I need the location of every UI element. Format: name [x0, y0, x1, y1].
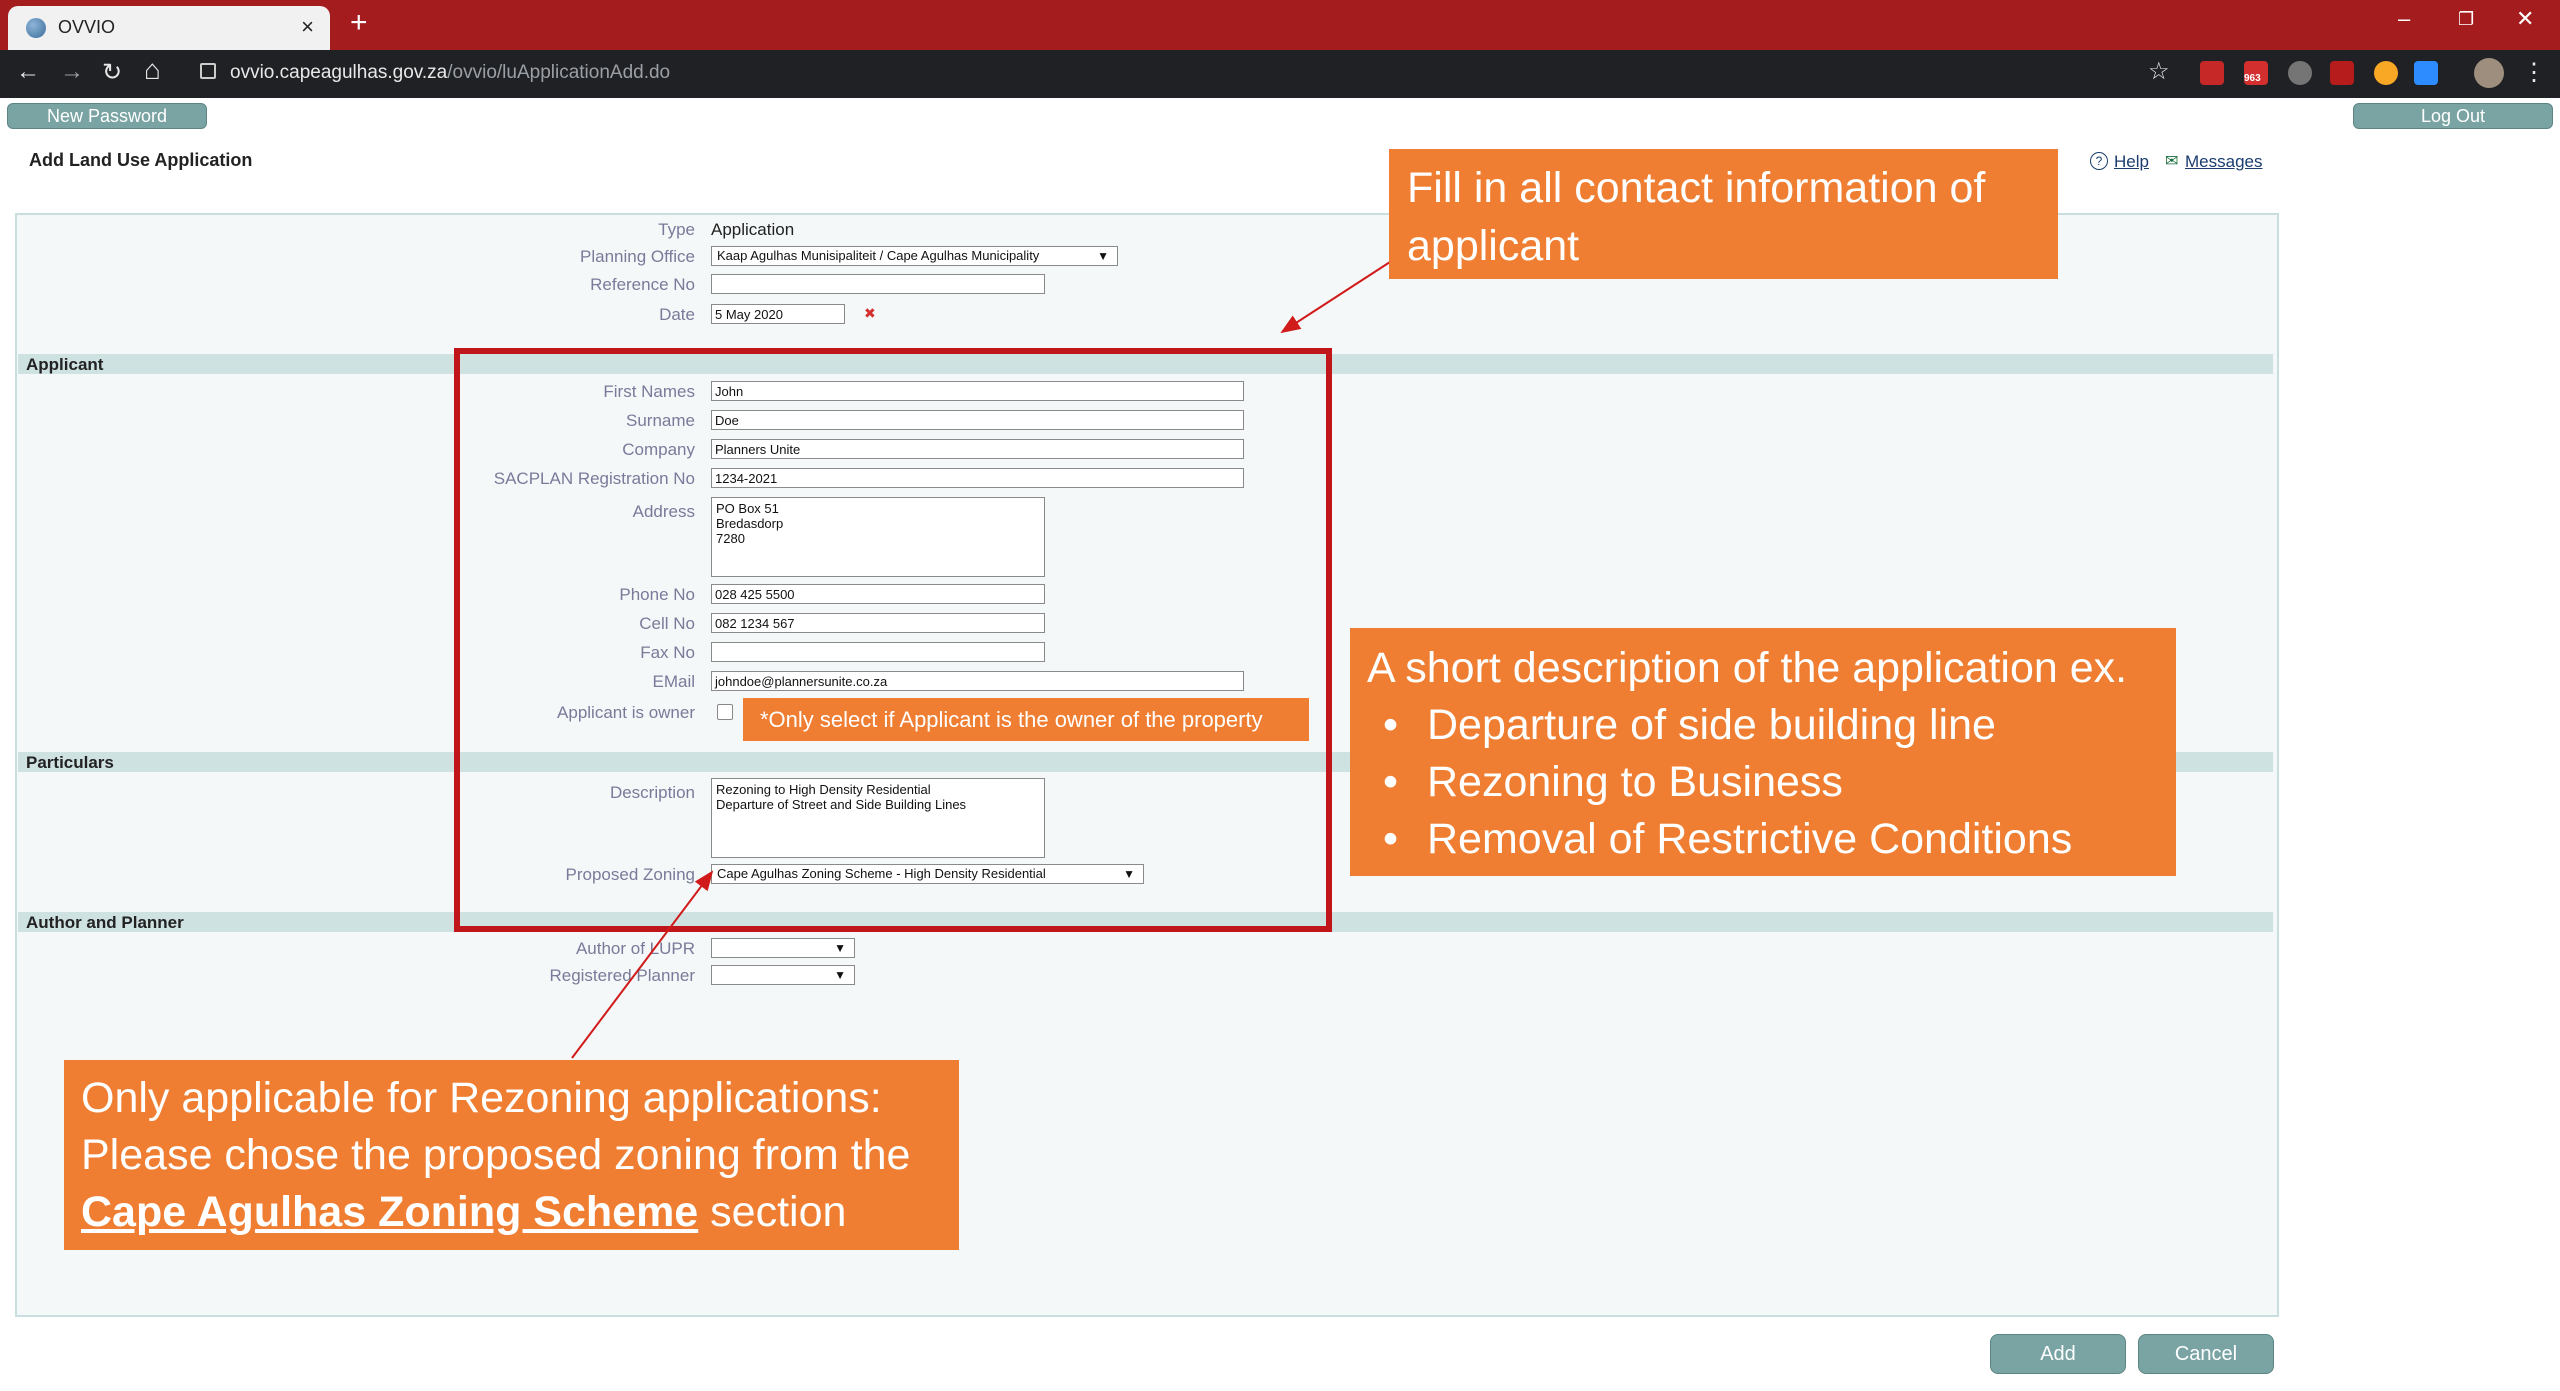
zoning-scheme-link[interactable]: Cape Agulhas Zoning Scheme	[81, 1188, 698, 1236]
bullet-icon: •	[1383, 758, 1399, 806]
description-bullet-2: • Rezoning to Business	[1367, 754, 2159, 811]
description-bullet-text: Departure of side building line	[1427, 701, 1996, 749]
zoning-callout-line3: Cape Agulhas Zoning Scheme section	[81, 1184, 942, 1241]
zoning-callout-suffix: section	[698, 1188, 847, 1236]
contact-arrow	[1280, 261, 1391, 334]
bullet-icon: •	[1383, 701, 1399, 749]
description-bullet-3: • Removal of Restrictive Conditions	[1367, 811, 2159, 868]
bullet-icon: •	[1383, 815, 1399, 863]
description-callout-heading: A short description of the application e…	[1367, 644, 2128, 692]
owner-note-text: *Only select if Applicant is the owner o…	[760, 707, 1263, 732]
zoning-callout-line1: Only applicable for Rezoning application…	[81, 1074, 882, 1122]
contact-info-callout-text: Fill in all contact information of appli…	[1407, 164, 1986, 270]
contact-info-callout: Fill in all contact information of appli…	[1389, 149, 2058, 279]
zoning-arrow	[571, 870, 714, 1059]
zoning-callout: Only applicable for Rezoning application…	[64, 1060, 959, 1250]
description-callout: A short description of the application e…	[1350, 628, 2176, 876]
description-bullet-1: • Departure of side building line	[1367, 697, 2159, 754]
description-bullet-text: Rezoning to Business	[1427, 758, 1843, 806]
owner-note-callout: *Only select if Applicant is the owner o…	[743, 698, 1309, 741]
zoning-callout-line2: Please chose the proposed zoning from th…	[81, 1131, 911, 1179]
description-bullet-text: Removal of Restrictive Conditions	[1427, 815, 2073, 863]
